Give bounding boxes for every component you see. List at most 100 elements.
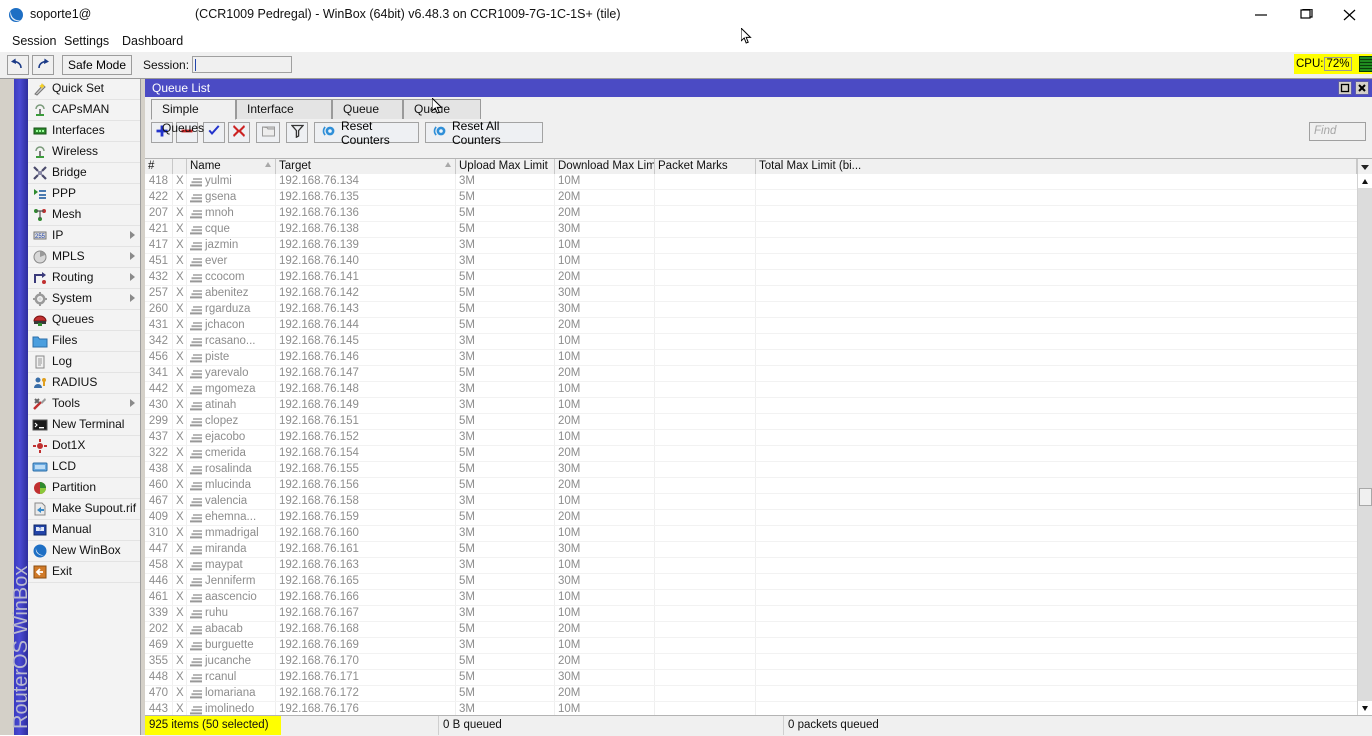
sidebar-item-ppp[interactable]: PPP	[28, 184, 140, 205]
sidebar-item-mesh[interactable]: Mesh	[28, 205, 140, 226]
table-row[interactable]: 430Xatinah192.168.76.1493M10M	[145, 398, 1357, 414]
sidebar-item-new-winbox[interactable]: New WinBox	[28, 541, 140, 562]
cell-target: 192.168.76.163	[276, 558, 456, 573]
sidebar-item-lcd[interactable]: LCD	[28, 457, 140, 478]
disable-button[interactable]	[228, 122, 250, 143]
table-row[interactable]: 458Xmaypat192.168.76.1633M10M	[145, 558, 1357, 574]
table-row[interactable]: 438Xrosalinda192.168.76.1555M30M	[145, 462, 1357, 478]
sidebar-item-radius[interactable]: RADIUS	[28, 373, 140, 394]
column-header-name[interactable]: Name	[187, 159, 276, 174]
filter-button[interactable]	[286, 122, 308, 143]
tab-queue-tree[interactable]: Queue Tree	[332, 99, 403, 119]
menu-settings[interactable]: Settings	[60, 33, 113, 49]
scroll-down-button[interactable]	[1358, 701, 1372, 715]
sidebar-item-ip[interactable]: 255IP	[28, 226, 140, 247]
column-header-up[interactable]: Upload Max Limit	[456, 159, 555, 174]
undo-button[interactable]	[7, 55, 29, 75]
table-row[interactable]: 431Xjchacon192.168.76.1445M20M	[145, 318, 1357, 334]
table-row[interactable]: 207Xmnoh192.168.76.1365M20M	[145, 206, 1357, 222]
column-header-target[interactable]: Target	[276, 159, 456, 174]
table-row[interactable]: 456Xpiste192.168.76.1463M10M	[145, 350, 1357, 366]
table-row[interactable]: 257Xabenitez192.168.76.1425M30M	[145, 286, 1357, 302]
cell-name-text: ccocom	[205, 271, 245, 283]
scroll-up-button[interactable]	[1358, 174, 1372, 188]
sidebar-item-manual[interactable]: ?Manual	[28, 520, 140, 541]
column-header-x[interactable]	[173, 159, 187, 174]
sidebar-item-partition[interactable]: Partition	[28, 478, 140, 499]
vertical-scrollbar[interactable]	[1357, 174, 1372, 715]
column-header-down[interactable]: Download Max Limit	[555, 159, 655, 174]
table-row[interactable]: 447Xmiranda192.168.76.1615M30M	[145, 542, 1357, 558]
minimize-button[interactable]	[1240, 0, 1284, 30]
sidebar-item-wireless[interactable]: Wireless	[28, 142, 140, 163]
queue-row-icon	[190, 545, 202, 554]
table-row[interactable]: 418Xyulmi192.168.76.1343M10M	[145, 174, 1357, 190]
table-row[interactable]: 467Xvalencia192.168.76.1583M10M	[145, 494, 1357, 510]
redo-button[interactable]	[32, 55, 54, 75]
table-row[interactable]: 470Xlomariana192.168.76.1725M20M	[145, 686, 1357, 702]
safe-mode-button[interactable]: Safe Mode	[62, 55, 132, 75]
table-row[interactable]: 341Xyarevalo192.168.76.1475M20M	[145, 366, 1357, 382]
table-row[interactable]: 417Xjazmin192.168.76.1393M10M	[145, 238, 1357, 254]
sidebar-item-files[interactable]: Files	[28, 331, 140, 352]
sidebar-item-queues[interactable]: Queues	[28, 310, 140, 331]
sidebar-item-routing[interactable]: Routing	[28, 268, 140, 289]
sidebar-item-new-terminal[interactable]: New Terminal	[28, 415, 140, 436]
queue-restore-button[interactable]	[1338, 81, 1352, 95]
table-row[interactable]: 461Xaascencio192.168.76.1663M10M	[145, 590, 1357, 606]
table-row[interactable]: 260Xrgarduza192.168.76.1435M30M	[145, 302, 1357, 318]
sidebar-item-tools[interactable]: Tools	[28, 394, 140, 415]
table-row[interactable]: 409Xehemna...192.168.76.1595M20M	[145, 510, 1357, 526]
scrollbar-thumb[interactable]	[1359, 488, 1372, 506]
sidebar-item-system[interactable]: System	[28, 289, 140, 310]
table-row[interactable]: 451Xever192.168.76.1403M10M	[145, 254, 1357, 270]
scrollbar-track[interactable]	[1358, 188, 1372, 701]
column-chooser-button[interactable]	[1357, 159, 1372, 174]
cell-number: 341	[145, 366, 173, 381]
menu-dashboard[interactable]: Dashboard	[118, 33, 187, 49]
table-row[interactable]: 432Xccocom192.168.76.1415M20M	[145, 270, 1357, 286]
session-input[interactable]	[192, 56, 292, 73]
sidebar-item-log[interactable]: Log	[28, 352, 140, 373]
table-row[interactable]: 443Ximolinedo192.168.76.1763M10M	[145, 702, 1357, 715]
menu-session[interactable]: Session	[8, 33, 60, 49]
tab-interface-queues[interactable]: Interface Queues	[236, 99, 332, 119]
table-row[interactable]: 299Xclopez192.168.76.1515M20M	[145, 414, 1357, 430]
reset-counters-button[interactable]: Reset Counters	[314, 122, 419, 143]
table-row[interactable]: 322Xcmerida192.168.76.1545M20M	[145, 446, 1357, 462]
table-row[interactable]: 437Xejacobo192.168.76.1523M10M	[145, 430, 1357, 446]
find-input[interactable]: Find	[1309, 122, 1366, 141]
table-row[interactable]: 422Xgsena192.168.76.1355M20M	[145, 190, 1357, 206]
sidebar-item-bridge[interactable]: Bridge	[28, 163, 140, 184]
table-row[interactable]: 355Xjucanche192.168.76.1705M20M	[145, 654, 1357, 670]
maximize-button[interactable]	[1284, 0, 1328, 30]
table-row[interactable]: 448Xrcanul192.168.76.1715M30M	[145, 670, 1357, 686]
column-header-total[interactable]: Total Max Limit (bi...	[756, 159, 1357, 174]
sidebar-item-capsman[interactable]: CAPsMAN	[28, 100, 140, 121]
close-button[interactable]	[1328, 0, 1372, 30]
column-header-num[interactable]: #	[145, 159, 173, 174]
queue-close-button[interactable]	[1355, 81, 1369, 95]
column-header-pm[interactable]: Packet Marks	[655, 159, 756, 174]
enable-button[interactable]	[203, 122, 225, 143]
reset-all-counters-button[interactable]: Reset All Counters	[425, 122, 543, 143]
table-row[interactable]: 342Xrcasano...192.168.76.1453M10M	[145, 334, 1357, 350]
table-row[interactable]: 339Xruhu192.168.76.1673M10M	[145, 606, 1357, 622]
table-row[interactable]: 202Xabacab192.168.76.1685M20M	[145, 622, 1357, 638]
table-row[interactable]: 446XJenniferm192.168.76.1655M30M	[145, 574, 1357, 590]
comment-button[interactable]	[256, 122, 280, 143]
sidebar-item-interfaces[interactable]: Interfaces	[28, 121, 140, 142]
sidebar-item-quick-set[interactable]: Quick Set	[28, 79, 140, 100]
table-row[interactable]: 469Xburguette192.168.76.1693M10M	[145, 638, 1357, 654]
table-row[interactable]: 310Xmmadrigal192.168.76.1603M10M	[145, 526, 1357, 542]
sidebar-item-exit[interactable]: Exit	[28, 562, 140, 583]
sidebar-item-make-supout-rif[interactable]: Make Supout.rif	[28, 499, 140, 520]
sidebar-item-mpls[interactable]: MPLS	[28, 247, 140, 268]
tab-queue-types[interactable]: Queue Types	[403, 99, 481, 119]
table-row[interactable]: 421Xcque192.168.76.1385M30M	[145, 222, 1357, 238]
sidebar-item-dot1x[interactable]: Dot1X	[28, 436, 140, 457]
table-row[interactable]: 442Xmgomeza192.168.76.1483M10M	[145, 382, 1357, 398]
cell-packet-marks	[655, 174, 756, 189]
table-row[interactable]: 460Xmlucinda192.168.76.1565M20M	[145, 478, 1357, 494]
tab-simple-queues[interactable]: Simple Queues	[151, 99, 236, 120]
